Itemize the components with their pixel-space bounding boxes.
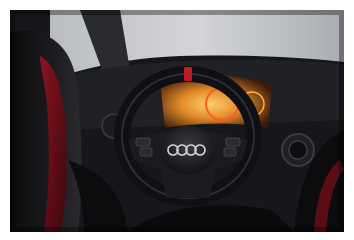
air-vent-right-inner [288, 140, 308, 160]
steering-red-marker [184, 67, 192, 81]
car-interior-photo [10, 10, 344, 232]
photo-frame [0, 0, 354, 240]
